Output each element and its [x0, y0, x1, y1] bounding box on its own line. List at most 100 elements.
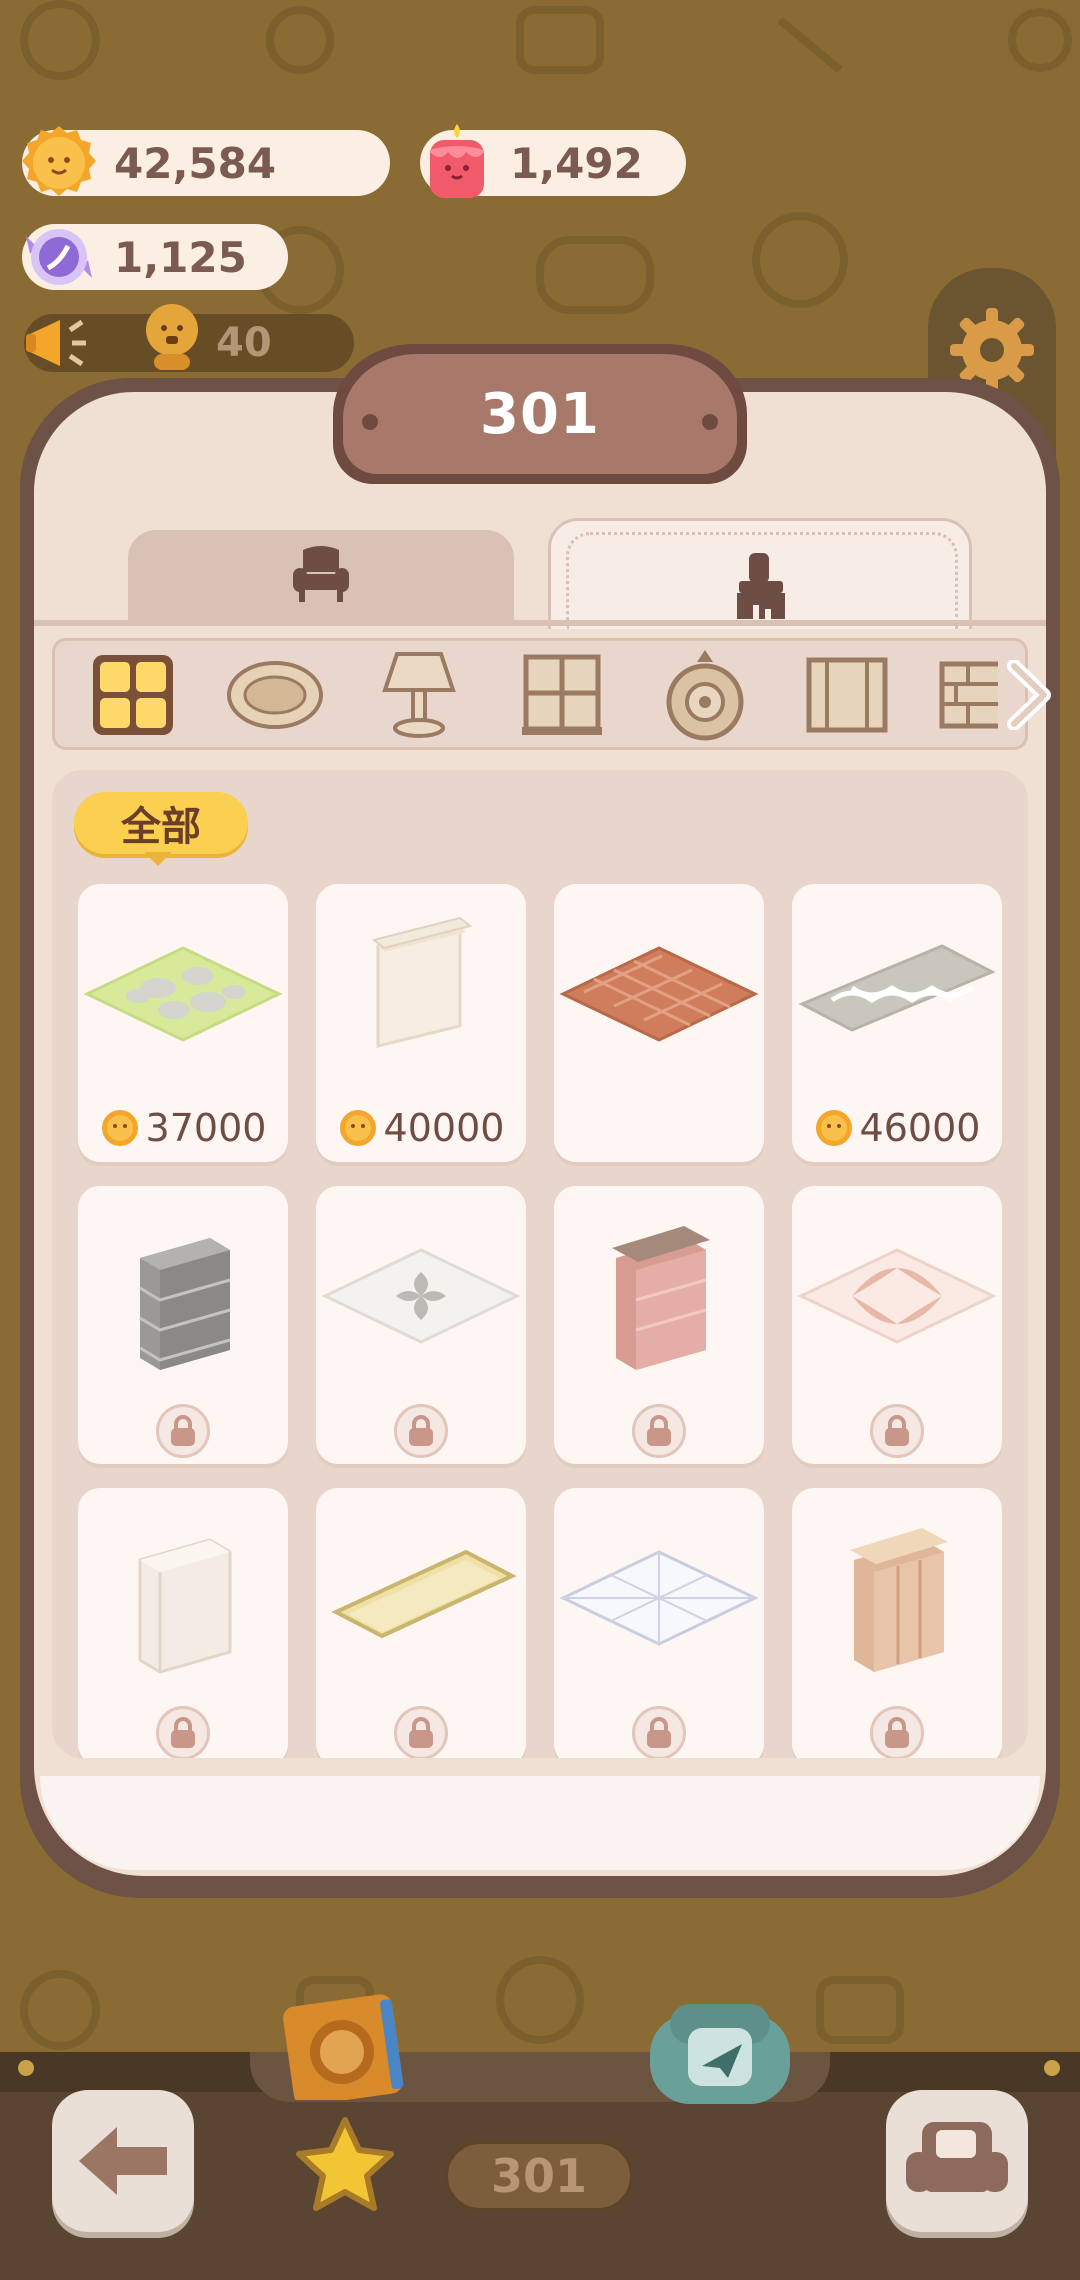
item-card[interactable]	[316, 1488, 526, 1758]
panel-footer	[40, 1776, 1040, 1870]
notice-count: 40	[216, 320, 272, 366]
megaphone-icon	[26, 319, 86, 367]
cookie-coin-icon	[339, 1110, 376, 1146]
category-cabinet[interactable]	[798, 650, 896, 740]
lock-badge	[870, 1404, 924, 1458]
item-card[interactable]	[78, 1186, 288, 1464]
lock-badge	[156, 1706, 210, 1758]
lock-badge	[394, 1404, 448, 1458]
lock-icon	[409, 1717, 433, 1748]
pink-pattern-floor-image	[797, 1248, 997, 1344]
lock-icon	[409, 1415, 433, 1446]
item-card[interactable]	[316, 1186, 526, 1464]
filter-tag-pointer	[144, 852, 172, 866]
cookie-coin-icon	[22, 126, 96, 196]
item-price-value: 40000	[383, 1106, 505, 1150]
chevron-right-icon[interactable]	[1002, 660, 1062, 730]
room-counter-value: 301	[490, 2149, 588, 2203]
cookie-coin-icon	[815, 1110, 852, 1146]
candy-gem-icon	[26, 229, 92, 285]
back-button[interactable]	[52, 2090, 194, 2232]
furniture-inventory-button[interactable]	[886, 2090, 1028, 2232]
tab-furniture[interactable]	[128, 530, 514, 622]
plaque-rivet-left	[362, 414, 378, 430]
tab-divider	[34, 620, 1046, 626]
candle-icon	[430, 124, 484, 198]
brick-wall-icon	[939, 661, 998, 729]
wall-clock-icon	[666, 650, 744, 741]
item-card[interactable]	[554, 884, 764, 1162]
item-card[interactable]	[554, 1186, 764, 1464]
pink-brick-wall-image	[612, 1226, 710, 1370]
armchair-icon	[293, 546, 349, 602]
cookie-character-icon	[146, 304, 198, 370]
paint-brush-icon	[737, 553, 785, 619]
item-price: 37000	[78, 1098, 288, 1158]
wood-panel-wall-image	[850, 1528, 948, 1672]
category-lamp[interactable]	[370, 650, 468, 740]
white-tile-floor-image	[321, 1248, 521, 1344]
item-card[interactable]	[792, 1488, 1002, 1758]
lock-icon	[171, 1415, 195, 1446]
all-grid-icon	[93, 655, 173, 735]
lock-badge	[870, 1706, 924, 1758]
lock-badge	[632, 1404, 686, 1458]
item-card[interactable]: 46000	[792, 884, 1002, 1162]
recipe-book-icon[interactable]	[268, 1990, 418, 2100]
category-brick[interactable]	[938, 650, 998, 740]
lattice-rug-image	[798, 944, 996, 1032]
lock-icon	[647, 1717, 671, 1748]
grass-stone-floor-image	[83, 946, 283, 1042]
lock-icon	[647, 1415, 671, 1446]
lock-icon	[171, 1717, 195, 1748]
item-card[interactable]: 40000	[316, 884, 526, 1162]
candle-amount: 1,492	[510, 138, 643, 188]
notice-bar[interactable]: 40	[24, 304, 354, 372]
item-price: 40000	[316, 1098, 526, 1158]
tab-decoration-border	[566, 532, 958, 629]
lock-icon	[885, 1717, 909, 1748]
rail-dot-left	[18, 2060, 34, 2076]
white-wall-image	[138, 1538, 232, 1674]
item-grid: 37000 40000 46000	[52, 770, 1028, 1758]
lock-icon	[885, 1415, 909, 1446]
category-rug[interactable]	[226, 650, 324, 740]
room-number-plaque: 301	[343, 354, 737, 474]
category-all[interactable]	[84, 650, 182, 740]
category-window[interactable]	[513, 650, 611, 740]
gem-counter[interactable]: 1,125	[22, 224, 288, 290]
lock-badge	[156, 1404, 210, 1458]
lock-badge	[632, 1706, 686, 1758]
rug-icon	[227, 661, 323, 729]
item-price: 46000	[792, 1098, 1002, 1158]
item-card[interactable]	[792, 1186, 1002, 1464]
star-icon[interactable]	[290, 2114, 400, 2224]
candle-counter[interactable]: 1,492	[420, 124, 686, 198]
cabinet-icon	[806, 657, 888, 733]
item-card[interactable]	[554, 1488, 764, 1758]
lock-badge	[394, 1706, 448, 1758]
sofa-icon	[906, 2122, 1008, 2192]
item-card[interactable]	[78, 1488, 288, 1758]
window-icon	[522, 654, 602, 735]
room-number: 301	[480, 381, 600, 447]
camera-icon[interactable]	[640, 1994, 800, 2104]
coin-amount: 42,584	[114, 138, 277, 188]
coin-counter[interactable]: 42,584	[22, 126, 390, 196]
category-clock[interactable]	[656, 650, 754, 741]
cookie-coin-icon	[101, 1110, 138, 1146]
gray-brick-wall-image	[139, 1238, 231, 1370]
cream-wall-image	[371, 916, 473, 1048]
rail-dot-right	[1044, 2060, 1060, 2076]
room-counter: 301	[444, 2140, 634, 2212]
filter-tag-all[interactable]: 全部	[74, 792, 248, 854]
item-price-value: 37000	[145, 1106, 267, 1150]
item-price-value: 46000	[859, 1106, 981, 1150]
filter-tag-label: 全部	[121, 804, 201, 850]
gem-amount: 1,125	[114, 232, 247, 282]
item-card[interactable]: 37000	[78, 884, 288, 1162]
plaque-rivet-right	[702, 414, 718, 430]
arrow-left-icon	[79, 2127, 167, 2195]
yellow-mat-floor-image	[331, 1549, 517, 1639]
brick-floor-image	[559, 946, 759, 1042]
